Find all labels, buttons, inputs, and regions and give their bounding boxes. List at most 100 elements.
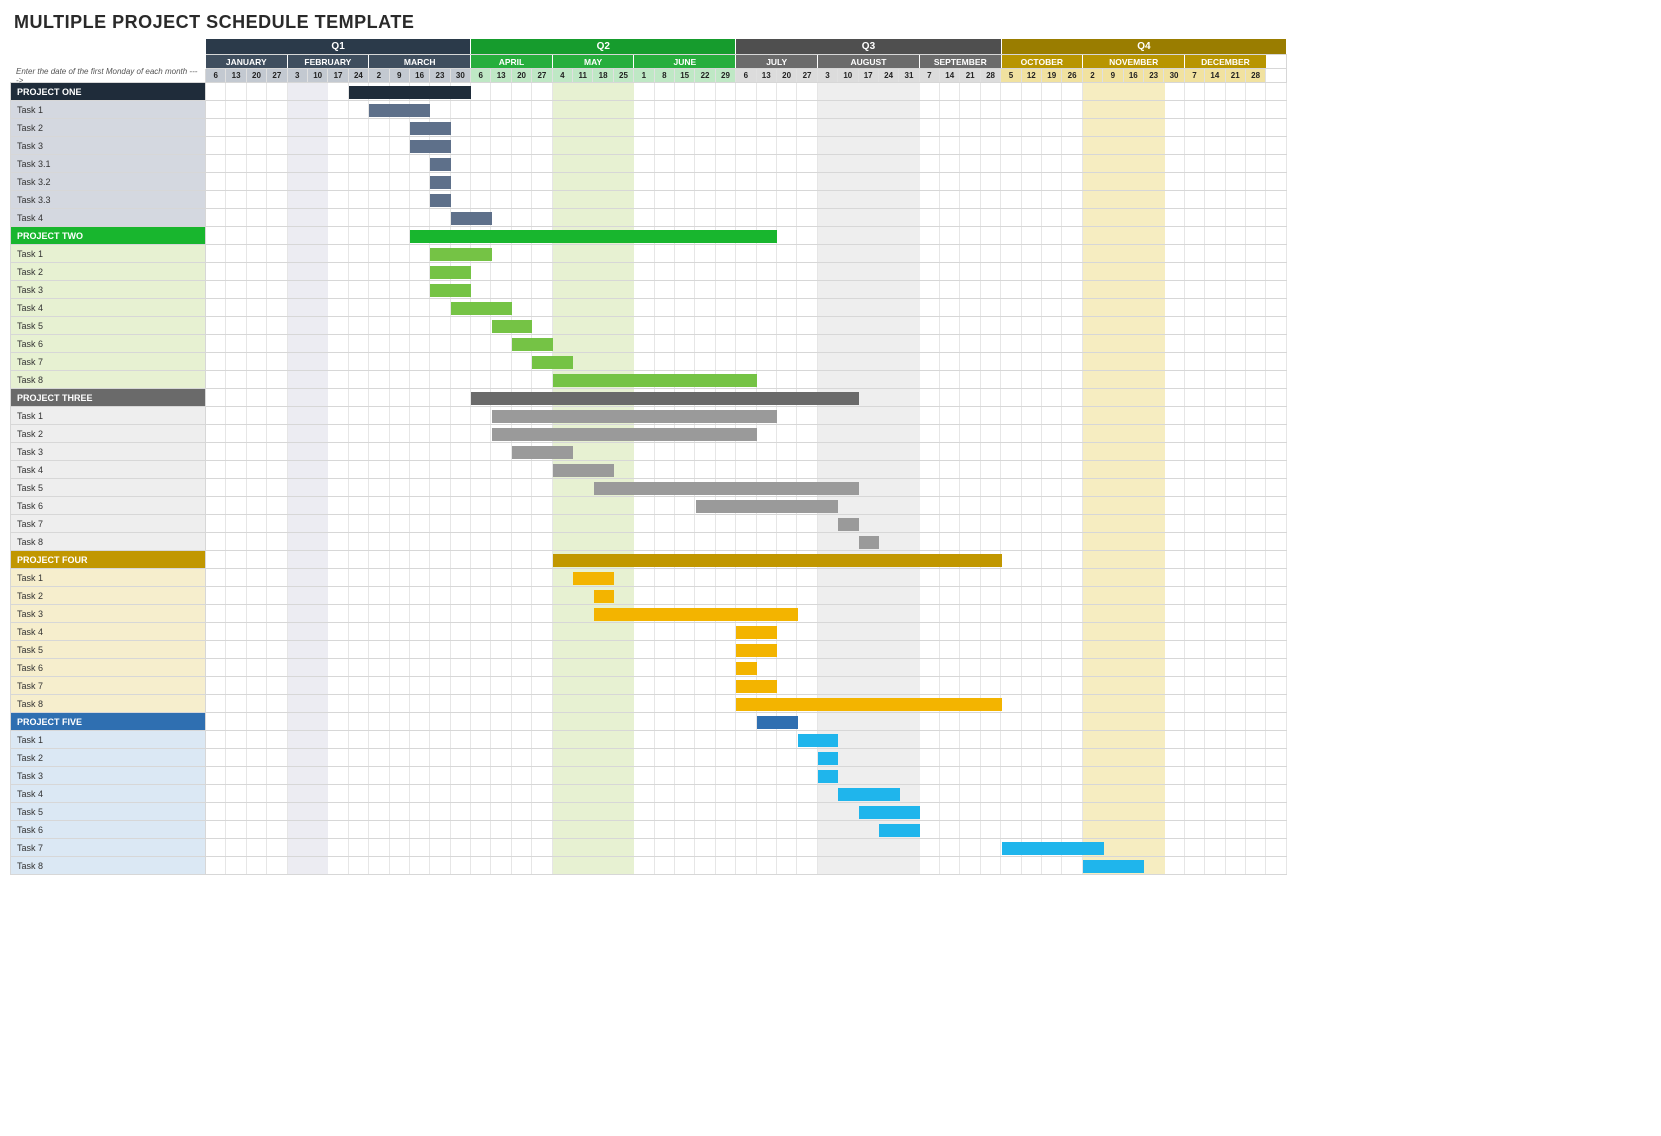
task-label[interactable]: Task 2 — [10, 587, 206, 605]
task-bar[interactable] — [430, 284, 471, 297]
task-label[interactable]: Task 8 — [10, 533, 206, 551]
task-bar[interactable] — [859, 536, 879, 549]
task-label[interactable]: Task 1 — [10, 101, 206, 119]
task-bar[interactable] — [594, 608, 798, 621]
task-bar[interactable] — [369, 104, 430, 117]
task-bar[interactable] — [736, 626, 777, 639]
task-bar[interactable] — [410, 122, 451, 135]
task-bar[interactable] — [594, 590, 614, 603]
task-label[interactable]: Task 1 — [10, 731, 206, 749]
task-label[interactable]: Task 8 — [10, 857, 206, 875]
task-bar[interactable] — [492, 410, 778, 423]
task-bar[interactable] — [594, 482, 859, 495]
task-label[interactable]: Task 6 — [10, 659, 206, 677]
task-bar[interactable] — [430, 194, 450, 207]
task-bar[interactable] — [736, 698, 1001, 711]
task-bar[interactable] — [736, 680, 777, 693]
month-highlight — [288, 263, 329, 280]
task-label[interactable]: Task 4 — [10, 623, 206, 641]
task-bar[interactable] — [838, 518, 858, 531]
task-bar[interactable] — [818, 770, 838, 783]
task-bar[interactable] — [430, 266, 471, 279]
task-bar[interactable] — [451, 212, 492, 225]
task-label[interactable]: Task 7 — [10, 677, 206, 695]
month-highlight — [1083, 353, 1165, 370]
task-bar[interactable] — [430, 176, 450, 189]
task-label[interactable]: Task 4 — [10, 209, 206, 227]
task-bar[interactable] — [696, 500, 839, 513]
task-bar[interactable] — [430, 158, 450, 171]
task-label[interactable]: Task 1 — [10, 407, 206, 425]
task-bar[interactable] — [492, 320, 533, 333]
task-label[interactable]: Task 1 — [10, 569, 206, 587]
task-bar[interactable] — [859, 806, 920, 819]
task-label[interactable]: Task 8 — [10, 695, 206, 713]
task-bar[interactable] — [573, 572, 614, 585]
task-bar[interactable] — [410, 140, 451, 153]
task-label[interactable]: Task 3 — [10, 443, 206, 461]
task-label[interactable]: Task 6 — [10, 821, 206, 839]
task-label[interactable]: Task 6 — [10, 335, 206, 353]
task-label[interactable]: Task 4 — [10, 785, 206, 803]
task-label[interactable]: Task 5 — [10, 641, 206, 659]
task-bar[interactable] — [838, 788, 899, 801]
task-label[interactable]: Task 3 — [10, 137, 206, 155]
task-bar[interactable] — [1002, 842, 1104, 855]
task-label[interactable]: Task 7 — [10, 515, 206, 533]
project-summary-bar[interactable] — [757, 716, 798, 729]
task-label[interactable]: Task 5 — [10, 479, 206, 497]
project-header[interactable]: PROJECT THREE — [10, 389, 206, 407]
task-label[interactable]: Task 5 — [10, 803, 206, 821]
month-highlight — [1083, 731, 1165, 748]
month-highlight — [1083, 605, 1165, 622]
task-bar[interactable] — [736, 644, 777, 657]
task-bar[interactable] — [512, 446, 573, 459]
month-highlight — [288, 407, 329, 424]
task-label[interactable]: Task 1 — [10, 245, 206, 263]
task-label[interactable]: Task 7 — [10, 353, 206, 371]
task-label[interactable]: Task 3 — [10, 605, 206, 623]
task-label[interactable]: Task 2 — [10, 425, 206, 443]
task-bar[interactable] — [818, 752, 838, 765]
task-label[interactable]: Task 4 — [10, 461, 206, 479]
task-bar[interactable] — [736, 662, 756, 675]
task-bar[interactable] — [492, 428, 757, 441]
task-bar[interactable] — [532, 356, 573, 369]
task-label[interactable]: Task 3 — [10, 767, 206, 785]
task-label[interactable]: Task 2 — [10, 263, 206, 281]
month-highlight — [1083, 371, 1165, 388]
task-label[interactable]: Task 2 — [10, 749, 206, 767]
week-day-header: 10 — [838, 69, 858, 82]
project-header[interactable]: PROJECT TWO — [10, 227, 206, 245]
project-summary-bar[interactable] — [410, 230, 777, 243]
task-label[interactable]: Task 4 — [10, 299, 206, 317]
project-summary-bar[interactable] — [471, 392, 859, 405]
month-header: APRIL — [471, 55, 553, 68]
task-bar[interactable] — [1083, 860, 1144, 873]
task-label[interactable]: Task 2 — [10, 119, 206, 137]
task-label[interactable]: Task 7 — [10, 839, 206, 857]
task-bar[interactable] — [798, 734, 839, 747]
task-label[interactable]: Task 3.2 — [10, 173, 206, 191]
month-highlight — [553, 335, 635, 352]
task-label[interactable]: Task 3.3 — [10, 191, 206, 209]
task-label[interactable]: Task 3.1 — [10, 155, 206, 173]
task-bar[interactable] — [879, 824, 920, 837]
month-highlight — [818, 407, 920, 424]
task-bar[interactable] — [553, 374, 757, 387]
project-summary-bar[interactable] — [349, 86, 471, 99]
task-label[interactable]: Task 5 — [10, 317, 206, 335]
project-summary-bar[interactable] — [553, 554, 1002, 567]
task-bar[interactable] — [451, 302, 512, 315]
task-label[interactable]: Task 8 — [10, 371, 206, 389]
task-bar[interactable] — [430, 248, 491, 261]
month-highlight — [1083, 749, 1165, 766]
project-header[interactable]: PROJECT FOUR — [10, 551, 206, 569]
project-header[interactable]: PROJECT ONE — [10, 83, 206, 101]
task-bar[interactable] — [553, 464, 614, 477]
task-bar[interactable] — [512, 338, 553, 351]
task-label[interactable]: Task 3 — [10, 281, 206, 299]
project-header[interactable]: PROJECT FIVE — [10, 713, 206, 731]
task-label[interactable]: Task 6 — [10, 497, 206, 515]
month-highlight — [288, 137, 329, 154]
